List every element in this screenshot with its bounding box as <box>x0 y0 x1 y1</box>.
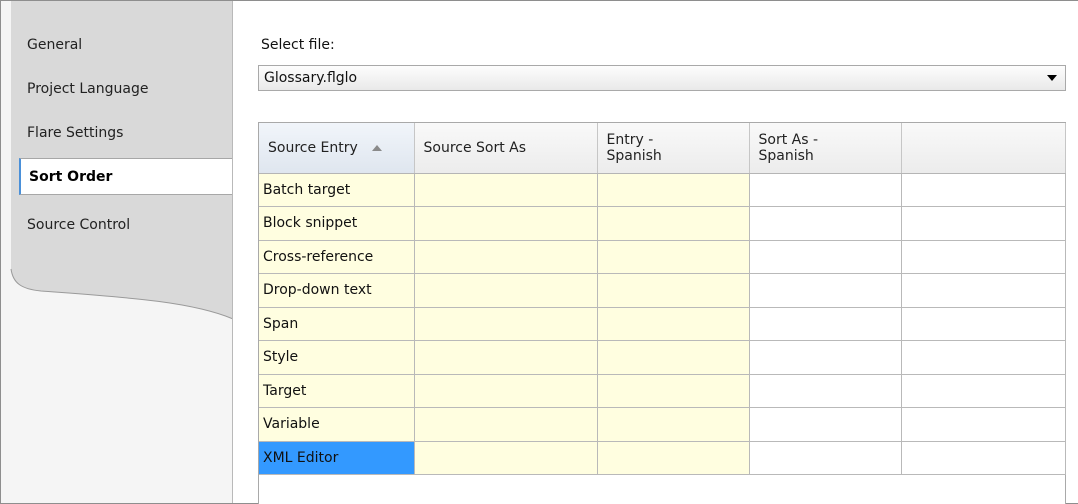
column-header-label: Source Entry <box>268 139 358 156</box>
grid-empty-cell <box>259 474 1065 504</box>
nav-item-project-language[interactable]: Project Language <box>27 75 148 103</box>
sidebar: General Project Language Flare Settings … <box>1 1 233 503</box>
nav-item-sort-order[interactable]: Sort Order <box>19 158 232 195</box>
entry-spanish-cell[interactable] <box>597 206 750 241</box>
options-dialog: General Project Language Flare Settings … <box>0 0 1078 504</box>
column-header-empty <box>901 123 1066 174</box>
table-row[interactable]: Span <box>259 307 1066 341</box>
source-entry-cell[interactable]: Batch target <box>259 173 415 207</box>
source-sort-as-cell[interactable] <box>414 374 598 408</box>
empty-cell[interactable] <box>901 407 1066 442</box>
source-sort-as-cell[interactable] <box>414 273 598 308</box>
sort-as-spanish-cell[interactable] <box>749 173 902 207</box>
entry-spanish-cell[interactable] <box>597 307 750 341</box>
empty-cell[interactable] <box>901 340 1066 375</box>
table-row[interactable]: XML Editor <box>259 441 1066 475</box>
source-entry-cell[interactable]: Block snippet <box>259 206 415 241</box>
empty-cell[interactable] <box>901 240 1066 274</box>
nav-item-source-control[interactable]: Source Control <box>27 211 130 239</box>
column-header-source-sort-as[interactable]: Source Sort As <box>414 123 598 174</box>
column-header-label: Sort As - Spanish <box>758 131 819 164</box>
source-sort-as-cell[interactable] <box>414 441 598 475</box>
empty-cell[interactable] <box>901 441 1066 475</box>
empty-cell[interactable] <box>901 307 1066 341</box>
sort-as-spanish-cell[interactable] <box>749 307 902 341</box>
source-entry-cell[interactable]: Cross-reference <box>259 240 415 274</box>
column-header-label: Entry - Spanish <box>606 131 662 164</box>
source-sort-as-cell[interactable] <box>414 407 598 442</box>
sort-ascending-icon <box>371 144 382 151</box>
source-entry-cell[interactable]: Drop-down text <box>259 273 415 308</box>
entry-spanish-cell[interactable] <box>597 273 750 308</box>
empty-cell[interactable] <box>901 374 1066 408</box>
sort-as-spanish-cell[interactable] <box>749 273 902 308</box>
select-file-label: Select file: <box>261 37 335 53</box>
nav-item-flare-settings[interactable]: Flare Settings <box>27 119 123 147</box>
table-row[interactable]: Cross-reference <box>259 240 1066 274</box>
entry-spanish-cell[interactable] <box>597 340 750 375</box>
source-entry-cell[interactable]: Target <box>259 374 415 408</box>
table-row[interactable]: Target <box>259 374 1066 408</box>
source-entry-cell[interactable]: Variable <box>259 407 415 442</box>
sort-as-spanish-cell[interactable] <box>749 240 902 274</box>
source-sort-as-cell[interactable] <box>414 340 598 375</box>
chevron-down-icon[interactable] <box>1047 75 1057 81</box>
table-row[interactable]: Style <box>259 340 1066 375</box>
source-sort-as-cell[interactable] <box>414 240 598 274</box>
table-row[interactable]: Drop-down text <box>259 273 1066 308</box>
main-panel: Select file: Glossary.flglo Source Entry… <box>234 1 1078 504</box>
nav-item-general[interactable]: General <box>27 31 82 59</box>
table-header-row: Source Entry Source Sort As Entry - Span… <box>259 123 1066 174</box>
entry-spanish-cell[interactable] <box>597 240 750 274</box>
empty-cell[interactable] <box>901 206 1066 241</box>
sort-order-table: Source Entry Source Sort As Entry - Span… <box>259 123 1066 504</box>
source-sort-as-cell[interactable] <box>414 206 598 241</box>
sort-as-spanish-cell[interactable] <box>749 374 902 408</box>
empty-cell[interactable] <box>901 273 1066 308</box>
sort-order-grid: Source Entry Source Sort As Entry - Span… <box>258 122 1066 504</box>
file-select-dropdown[interactable]: Glossary.flglo <box>258 65 1066 91</box>
source-entry-cell[interactable]: Span <box>259 307 415 341</box>
entry-spanish-cell[interactable] <box>597 374 750 408</box>
entry-spanish-cell[interactable] <box>597 173 750 207</box>
source-entry-cell[interactable]: Style <box>259 340 415 375</box>
table-row[interactable]: Variable <box>259 407 1066 442</box>
sort-as-spanish-cell[interactable] <box>749 340 902 375</box>
grid-empty-area <box>259 474 1065 504</box>
sort-as-spanish-cell[interactable] <box>749 441 902 475</box>
source-entry-cell[interactable]: XML Editor <box>259 441 415 475</box>
entry-spanish-cell[interactable] <box>597 441 750 475</box>
column-header-label: Source Sort As <box>423 139 527 156</box>
entry-spanish-cell[interactable] <box>597 407 750 442</box>
column-header-source-entry[interactable]: Source Entry <box>259 123 415 174</box>
source-sort-as-cell[interactable] <box>414 307 598 341</box>
column-header-sort-as-spanish[interactable]: Sort As - Spanish <box>749 123 902 174</box>
sort-as-spanish-cell[interactable] <box>749 407 902 442</box>
file-select-value: Glossary.flglo <box>264 70 358 86</box>
column-header-entry-spanish[interactable]: Entry - Spanish <box>597 123 750 174</box>
empty-cell[interactable] <box>901 173 1066 207</box>
table-row[interactable]: Batch target <box>259 173 1066 207</box>
sort-as-spanish-cell[interactable] <box>749 206 902 241</box>
source-sort-as-cell[interactable] <box>414 173 598 207</box>
table-row[interactable]: Block snippet <box>259 206 1066 241</box>
